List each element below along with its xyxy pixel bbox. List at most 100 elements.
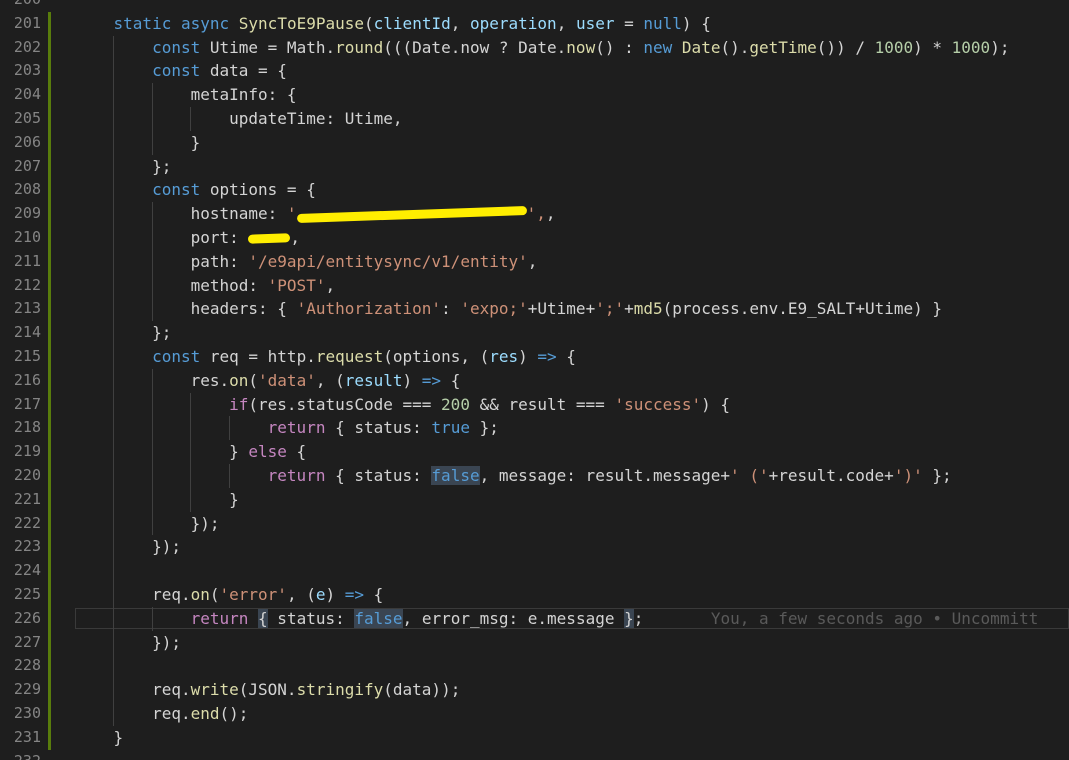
- redaction-mark: [248, 233, 291, 244]
- code-token: 'error': [219, 585, 287, 604]
- code-line-215[interactable]: 215 const req = http.request(options, (r…: [0, 345, 1069, 369]
- code-text[interactable]: });: [75, 512, 220, 536]
- indent-guide: [113, 559, 115, 583]
- git-change-indicator: [48, 83, 51, 107]
- line-number: 209: [13, 204, 41, 223]
- code-text[interactable]: }: [75, 131, 201, 155]
- code-line-201[interactable]: 201 static async SyncToE9Pause(clientId,…: [0, 11, 1069, 36]
- line-number: 216: [13, 370, 41, 389]
- code-text[interactable]: });: [75, 535, 181, 559]
- code-line-214[interactable]: 214 };: [0, 321, 1069, 345]
- code-line-222[interactable]: 222 });: [0, 511, 1069, 536]
- code-token: '/e9api/entitysync/v1/entity': [248, 251, 528, 271]
- code-text[interactable]: const data = {: [75, 59, 287, 83]
- code-line-203[interactable]: 203 const data = {: [0, 59, 1069, 84]
- code-line-225[interactable]: 225 req.on('error', (e) => {: [0, 583, 1069, 607]
- code-line-213[interactable]: 213 headers: { 'Authorization': 'expo;'+…: [0, 297, 1069, 322]
- code-token: ) {: [701, 394, 731, 414]
- code-token: , message: result.message+: [479, 466, 731, 485]
- code-line-208[interactable]: 208 const options = {: [0, 178, 1069, 203]
- git-blame-annotation: You, a few seconds ago • Uncommitt: [710, 608, 1039, 628]
- code-line-200[interactable]: 200: [0, 0, 1069, 12]
- git-change-indicator: [48, 606, 51, 631]
- code-text[interactable]: return { status: false, error_msg: e.mes…: [75, 607, 1038, 631]
- code-line-206[interactable]: 206 }: [0, 130, 1069, 155]
- code-line-224[interactable]: 224: [0, 559, 1069, 583]
- code-text[interactable]: req.on('error', (e) => {: [75, 583, 383, 607]
- code-line-210[interactable]: 210 port: ,: [0, 226, 1069, 250]
- code-line-202[interactable]: 202 const Utime = Math.round(((Date.now …: [0, 35, 1069, 60]
- code-line-209[interactable]: 209 hostname: ' ',,: [0, 202, 1069, 226]
- code-line-228[interactable]: 228: [0, 654, 1069, 679]
- code-token: }: [75, 132, 201, 152]
- code-text[interactable]: } else {: [75, 440, 306, 464]
- code-line-207[interactable]: 207 };: [0, 154, 1069, 179]
- code-token: }: [624, 608, 634, 628]
- code-token: (options, (: [383, 347, 490, 366]
- git-change-indicator: [48, 321, 51, 345]
- code-text[interactable]: static async SyncToE9Pause(clientId, ope…: [75, 12, 711, 36]
- code-text[interactable]: path: '/e9api/entitysync/v1/entity',: [75, 250, 538, 274]
- line-number: 221: [13, 489, 41, 508]
- code-text[interactable]: }: [75, 726, 124, 750]
- line-number: 215: [13, 347, 41, 365]
- code-token: end: [190, 704, 220, 723]
- code-text[interactable]: updateTime: Utime,: [75, 107, 402, 131]
- indent-guide: [113, 654, 115, 679]
- code-text[interactable]: metaInfo: {: [75, 83, 297, 107]
- code-text[interactable]: if(res.statusCode === 200 && result === …: [75, 393, 730, 417]
- code-token: ';': [595, 299, 625, 319]
- code-text[interactable]: headers: { 'Authorization': 'expo;'+Utim…: [75, 297, 942, 321]
- code-line-223[interactable]: 223 });: [0, 535, 1069, 560]
- code-token: { status:: [325, 418, 432, 438]
- code-text[interactable]: }: [75, 488, 239, 512]
- code-line-226[interactable]: 226 return { status: false, error_msg: e…: [0, 606, 1069, 631]
- code-token: options = {: [200, 180, 316, 200]
- code-text[interactable]: res.on('data', (result) => {: [75, 369, 461, 393]
- code-line-232[interactable]: 232: [0, 750, 1069, 760]
- code-text[interactable]: port: ,: [75, 226, 300, 250]
- code-token: clientId: [373, 13, 451, 33]
- line-number: 227: [13, 632, 41, 651]
- code-text[interactable]: hostname: ' ',,: [75, 202, 555, 226]
- code-line-216[interactable]: 216 res.on('data', (result) => {: [0, 368, 1069, 393]
- code-line-231[interactable]: 231 }: [0, 725, 1069, 750]
- code-line-227[interactable]: 227 });: [0, 630, 1069, 655]
- code-text[interactable]: return { status: false, message: result.…: [75, 464, 952, 488]
- code-text[interactable]: req.write(JSON.stringify(data));: [75, 678, 460, 702]
- code-token: :: [441, 299, 461, 319]
- code-line-212[interactable]: 212 method: 'POST',: [0, 273, 1069, 298]
- code-editor[interactable]: 200201 static async SyncToE9Pause(client…: [0, 0, 1069, 760]
- code-text[interactable]: return { status: true };: [75, 416, 499, 440]
- line-number: 202: [13, 37, 41, 56]
- git-change-indicator: [48, 59, 51, 84]
- code-text[interactable]: });: [75, 631, 181, 655]
- code-line-211[interactable]: 211 path: '/e9api/entitysync/v1/entity',: [0, 249, 1069, 274]
- code-token: 'Authorization': [296, 299, 442, 319]
- code-text[interactable]: const req = http.request(options, (res) …: [75, 345, 576, 369]
- code-line-230[interactable]: 230 req.end();: [0, 702, 1069, 726]
- code-line-218[interactable]: 218 return { status: true };: [0, 416, 1069, 441]
- code-text[interactable]: method: 'POST',: [75, 274, 336, 298]
- code-token: ,: [556, 13, 576, 33]
- code-text[interactable]: };: [75, 155, 171, 179]
- code-line-204[interactable]: 204 metaInfo: {: [0, 83, 1069, 107]
- code-line-229[interactable]: 229 req.write(JSON.stringify(data));: [0, 678, 1069, 702]
- code-text[interactable]: const options = {: [75, 178, 316, 202]
- code-token: });: [75, 537, 181, 557]
- code-token: && result ===: [469, 394, 615, 414]
- code-line-217[interactable]: 217 if(res.statusCode === 200 && result …: [0, 392, 1069, 417]
- code-text[interactable]: };: [75, 321, 171, 345]
- code-token: {: [258, 608, 268, 628]
- code-token: SyncToE9Pause: [238, 13, 365, 33]
- code-text[interactable]: req.end();: [75, 702, 248, 726]
- code-line-221[interactable]: 221 }: [0, 487, 1069, 512]
- code-text[interactable]: const Utime = Math.round(((Date.now ? Da…: [75, 36, 1009, 60]
- code-line-205[interactable]: 205 updateTime: Utime,: [0, 107, 1069, 131]
- git-change-indicator: [48, 202, 51, 226]
- code-line-220[interactable]: 220 return { status: false, message: res…: [0, 464, 1069, 488]
- code-line-219[interactable]: 219 } else {: [0, 440, 1069, 464]
